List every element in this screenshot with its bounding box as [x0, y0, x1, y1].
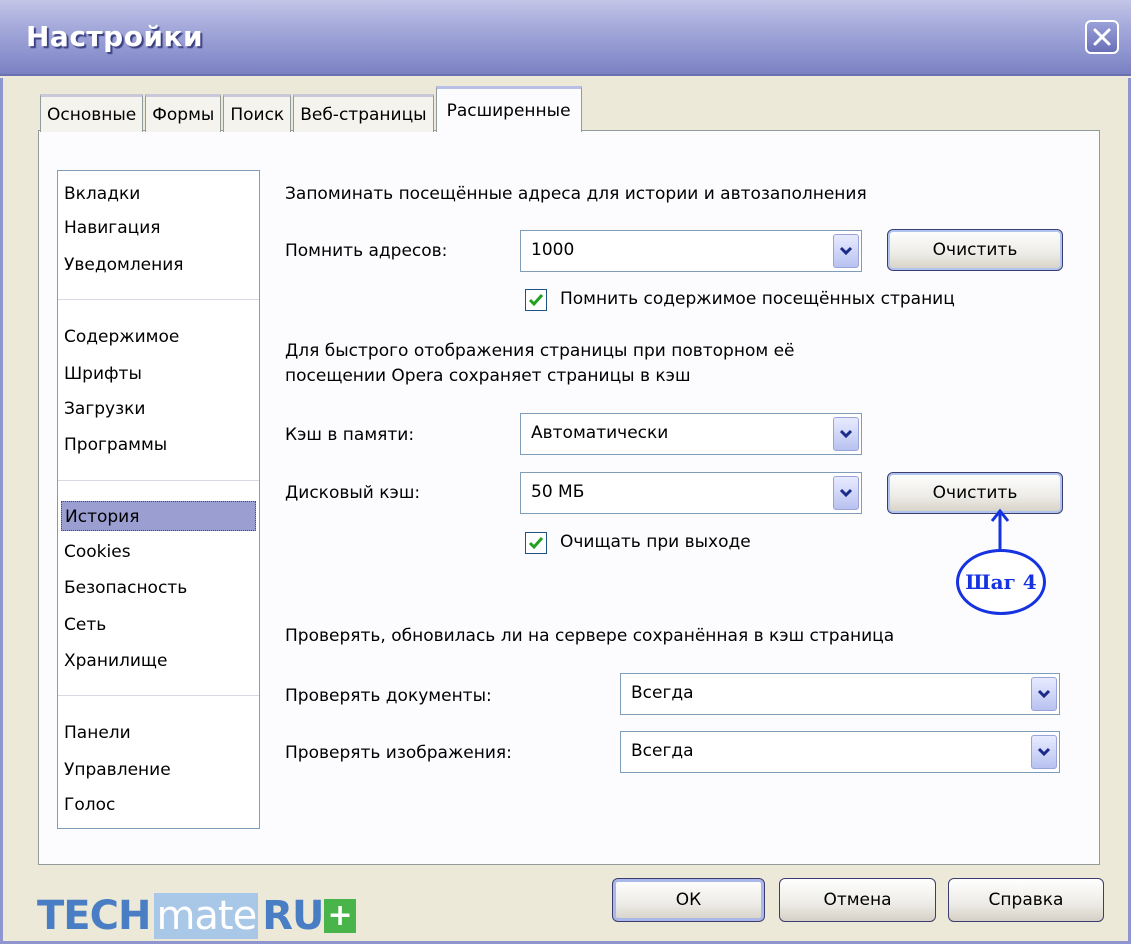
tab-strip: Основные Формы Поиск Веб-страницы Расшир…	[40, 86, 584, 132]
step-annotation: Шаг 4	[956, 549, 1046, 615]
remember-addresses-label: Помнить адресов:	[285, 241, 448, 261]
clear-on-exit-checkbox[interactable]	[525, 532, 547, 554]
annotation-arrow-icon	[990, 508, 1010, 551]
close-button[interactable]	[1085, 20, 1119, 54]
tab-search[interactable]: Поиск	[223, 94, 292, 132]
clear-cache-button[interactable]: Очистить	[887, 472, 1063, 514]
disk-cache-select[interactable]: 50 МБ	[520, 472, 862, 514]
nav-item-history[interactable]: История	[61, 501, 256, 531]
nav-item-fonts[interactable]: Шрифты	[64, 359, 142, 389]
title-bar: Настройки	[0, 0, 1131, 76]
check-documents-label: Проверять документы:	[285, 686, 492, 706]
memory-cache-value: Автоматически	[531, 423, 669, 443]
settings-nav-list: Вкладки Навигация Уведомления Содержимое…	[57, 170, 260, 829]
help-button[interactable]: Справка	[948, 878, 1104, 922]
nav-item-network[interactable]: Сеть	[64, 610, 106, 640]
disk-cache-label: Дисковый кэш:	[285, 483, 421, 503]
remember-addresses-select[interactable]: 1000	[520, 230, 862, 272]
tab-advanced[interactable]: Расширенные	[435, 86, 582, 132]
logo-part-ru: RU	[262, 893, 324, 939]
check-images-select[interactable]: Всегда	[620, 731, 1060, 773]
tab-general[interactable]: Основные	[40, 94, 144, 132]
history-heading: Запоминать посещённые адреса для истории…	[285, 184, 867, 204]
remember-content-label: Помнить содержимое посещённых страниц	[560, 289, 955, 309]
check-documents-value: Всегда	[631, 683, 694, 703]
logo-part-mate: mate	[154, 893, 259, 939]
chevron-down-icon[interactable]	[1031, 735, 1057, 769]
remember-addresses-value: 1000	[531, 240, 575, 260]
check-images-label: Проверять изображения:	[285, 743, 512, 763]
close-icon	[1093, 28, 1111, 46]
nav-item-content[interactable]: Содержимое	[64, 322, 179, 352]
nav-item-downloads[interactable]: Загрузки	[64, 394, 145, 424]
chevron-down-icon[interactable]	[833, 476, 859, 510]
check-heading: Проверять, обновилась ли на сервере сохр…	[285, 626, 895, 646]
nav-item-panels[interactable]: Панели	[64, 718, 131, 748]
nav-item-notifications[interactable]: Уведомления	[64, 250, 184, 280]
disk-cache-value: 50 МБ	[531, 482, 585, 502]
cancel-button[interactable]: Отмена	[779, 878, 936, 922]
window-title: Настройки	[26, 20, 204, 53]
nav-item-voice[interactable]: Голос	[64, 790, 115, 820]
chevron-down-icon[interactable]	[833, 234, 859, 268]
nav-item-storage[interactable]: Хранилище	[64, 646, 167, 676]
nav-separator	[58, 480, 259, 481]
settings-window: Настройки Основные Формы Поиск Веб-стран…	[0, 0, 1131, 944]
clear-on-exit-label: Очищать при выходе	[560, 532, 751, 552]
memory-cache-label: Кэш в памяти:	[285, 425, 415, 445]
check-images-value: Всегда	[631, 741, 694, 761]
nav-separator	[58, 299, 259, 300]
cache-description-line1: Для быстрого отображения страницы при по…	[285, 341, 795, 361]
chevron-down-icon[interactable]	[833, 417, 859, 451]
logo-part-tech: TECH	[37, 893, 151, 939]
chevron-down-icon[interactable]	[1031, 677, 1057, 711]
nav-item-cookies[interactable]: Cookies	[64, 537, 131, 567]
nav-separator	[58, 695, 259, 696]
checkmark-icon	[528, 537, 544, 550]
checkmark-icon	[528, 294, 544, 307]
nav-item-programs[interactable]: Программы	[64, 430, 167, 460]
cache-description-line2: посещении Opera сохраняет страницы в кэш	[285, 366, 691, 386]
nav-item-security[interactable]: Безопасность	[64, 573, 187, 603]
tab-web-pages[interactable]: Веб-страницы	[293, 94, 434, 132]
nav-item-navigation[interactable]: Навигация	[64, 213, 160, 243]
nav-item-tabs[interactable]: Вкладки	[64, 179, 140, 209]
check-documents-select[interactable]: Всегда	[620, 673, 1060, 715]
nav-item-controls[interactable]: Управление	[64, 755, 171, 785]
tab-forms[interactable]: Формы	[145, 94, 222, 132]
logo-part-plus: +	[323, 899, 356, 933]
memory-cache-select[interactable]: Автоматически	[520, 413, 862, 455]
remember-content-checkbox[interactable]	[525, 289, 547, 311]
ok-button[interactable]: ОК	[612, 878, 765, 922]
clear-history-button[interactable]: Очистить	[887, 229, 1063, 271]
techmate-logo: TECH mate RU +	[37, 888, 356, 944]
